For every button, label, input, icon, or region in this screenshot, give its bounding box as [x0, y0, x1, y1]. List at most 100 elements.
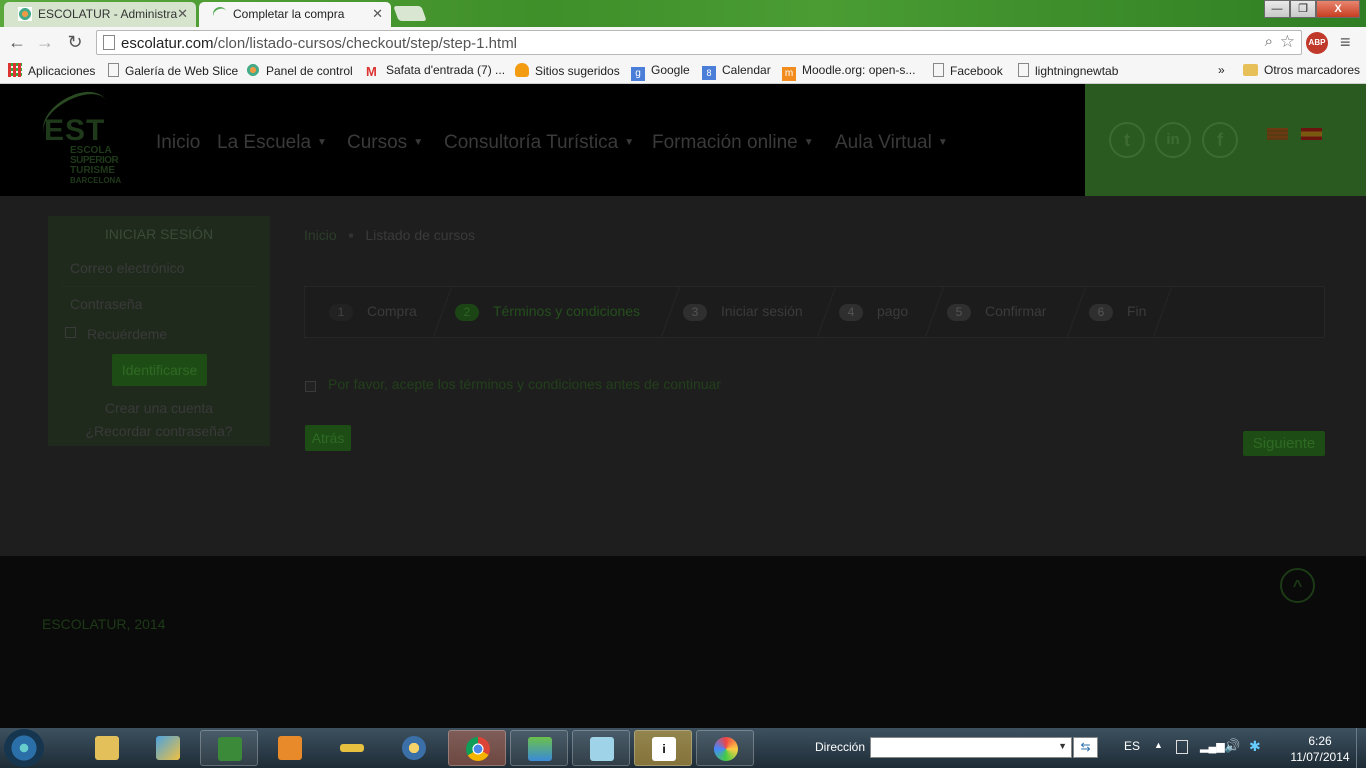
address-toolbar-label: Dirección [815, 740, 866, 754]
close-window-button[interactable]: X [1316, 0, 1360, 18]
taskbar-app-10[interactable]: i [634, 730, 692, 766]
password-field[interactable]: Contraseña [70, 296, 142, 312]
login-module: INICIAR SESIÓN Correo electrónico Contra… [48, 216, 270, 446]
login-button[interactable]: Identificarse [112, 354, 207, 386]
remember-checkbox[interactable] [65, 327, 76, 338]
facebook-icon[interactable]: f [1202, 122, 1238, 158]
terms-checkbox[interactable] [305, 381, 316, 392]
breadcrumb: Inicio ■ Listado de cursos [304, 227, 475, 243]
close-icon[interactable]: ✕ [177, 6, 188, 22]
create-account-link[interactable]: Crear una cuenta [48, 400, 270, 416]
bookmark-sitios[interactable]: Sitios sugeridos [515, 63, 620, 78]
taskbar-address-input[interactable]: ▼ [870, 737, 1072, 758]
gmail-icon: M [366, 64, 377, 79]
taskbar-chrome[interactable] [448, 730, 506, 766]
back-arrow-icon[interactable]: ← [6, 32, 28, 54]
caret-down-icon: ▼ [624, 137, 635, 148]
nav-cursos[interactable]: Cursos ▼ [347, 132, 423, 154]
messenger-icon [528, 737, 552, 761]
bookmark-lightning[interactable]: lightningnewtab [1018, 63, 1118, 78]
close-icon[interactable]: ✕ [372, 6, 383, 22]
taskbar-messenger[interactable] [510, 730, 568, 766]
menu-icon[interactable]: ≡ [1340, 32, 1351, 53]
bookmarks-overflow-button[interactable]: » [1218, 63, 1225, 77]
tab-escolatur-admin[interactable]: ESCOLATUR - Administra ✕ [4, 2, 196, 27]
forgot-password-link[interactable]: ¿Recordar contraseña? [48, 423, 270, 439]
clock-time[interactable]: 6:26 [1290, 734, 1350, 748]
spanish-flag-icon[interactable] [1301, 128, 1322, 140]
tab-completar-compra[interactable]: Completar la compra ✕ [199, 2, 391, 27]
new-tab-button[interactable] [393, 6, 427, 21]
login-title: INICIAR SESIÓN [104, 226, 214, 242]
step-divider [911, 287, 945, 337]
page-icon [103, 35, 115, 50]
taskbar-paint[interactable] [696, 730, 754, 766]
bookmark-moodle[interactable]: m Moodle.org: open-s... [782, 63, 915, 81]
reload-icon[interactable]: ↻ [64, 32, 86, 54]
zoom-icon[interactable]: ⌕ [1265, 33, 1273, 50]
google-icon: g [631, 67, 645, 81]
taskbar-app-9[interactable] [572, 730, 630, 766]
nav-formacion-online[interactable]: Formación online ▼ [652, 132, 814, 154]
taskbar-app-6[interactable] [385, 730, 443, 766]
nav-consultoria[interactable]: Consultoría Turística ▼ [444, 132, 634, 154]
window-controls: — ❐ X [1264, 0, 1360, 18]
tray-expand-icon[interactable]: ▲ [1154, 740, 1163, 750]
browser-tab-strip: ESCOLATUR - Administra ✕ Completar la co… [0, 0, 1366, 27]
email-field[interactable]: Correo electrónico [70, 260, 184, 276]
paint-icon [714, 737, 738, 761]
nav-aula-virtual[interactable]: Aula Virtual ▼ [835, 132, 948, 154]
notepad-icon [590, 737, 614, 761]
nav-la-escuela[interactable]: La Escuela ▼ [217, 132, 327, 154]
twitter-icon[interactable]: t [1109, 122, 1145, 158]
bluetooth-icon[interactable]: ✱ [1249, 738, 1261, 755]
taskbar-app-2[interactable] [139, 730, 197, 766]
maximize-button[interactable]: ❐ [1290, 0, 1316, 18]
media-player-icon [278, 736, 302, 760]
back-button[interactable]: Atrás [305, 425, 351, 451]
step-iniciar-sesion: 3 Iniciar sesión [683, 303, 803, 321]
next-button[interactable]: Siguiente [1243, 431, 1325, 456]
device-icon[interactable] [1176, 740, 1188, 754]
breadcrumb-home[interactable]: Inicio [304, 227, 337, 243]
bookmark-aplicaciones[interactable]: Aplicaciones [8, 63, 95, 78]
back-to-top-icon[interactable]: ^ [1280, 568, 1315, 603]
joomla-icon [246, 63, 260, 77]
bookmark-gmail[interactable]: M Safata d'entrada (7) ... [366, 63, 505, 79]
minimize-button[interactable]: — [1264, 0, 1290, 18]
bookmark-other[interactable]: Otros marcadores [1243, 63, 1360, 77]
star-icon[interactable]: ☆ [1280, 32, 1295, 52]
start-button[interactable] [4, 729, 44, 767]
taskbar-app-5[interactable] [323, 730, 381, 766]
taskbar-media[interactable] [261, 730, 319, 766]
bookmark-google[interactable]: g Google [631, 63, 690, 81]
bookmark-panel[interactable]: Panel de control [246, 63, 353, 78]
clock-date[interactable]: 11/07/2014 [1290, 750, 1350, 764]
language-indicator[interactable]: ES [1124, 739, 1140, 753]
forward-arrow-icon[interactable]: → [34, 32, 56, 54]
dropdown-arrow-icon[interactable]: ▼ [1058, 741, 1067, 751]
bookmark-web-slice[interactable]: Galería de Web Slice [108, 63, 238, 78]
taskbar-explorer[interactable] [78, 730, 136, 766]
page-icon [1018, 63, 1029, 77]
checkout-steps: 1 Compra 2 Términos y condiciones 3 Iniciar… [304, 286, 1325, 338]
show-desktop-button[interactable] [1356, 728, 1366, 768]
catalan-flag-icon[interactable] [1267, 128, 1288, 140]
bookmark-facebook[interactable]: Facebook [933, 63, 1003, 78]
go-arrow-icon[interactable]: ⇆ [1073, 737, 1098, 758]
step-pago: 4 pago [839, 303, 908, 321]
film-icon [402, 736, 426, 760]
site-header: EST ESCOLA SUPERIOR TURISME BARCELONA In… [0, 84, 1366, 196]
taskbar-app-3[interactable] [200, 730, 258, 766]
bookmark-calendar[interactable]: 8 Calendar [702, 63, 771, 80]
site-logo[interactable]: EST ESCOLA SUPERIOR TURISME BARCELONA [34, 84, 130, 188]
adblock-icon[interactable]: ABP [1306, 32, 1328, 54]
terms-label[interactable]: Por favor, acepte los términos y condici… [328, 376, 721, 392]
volume-icon[interactable]: 🔊 [1224, 738, 1240, 754]
address-bar[interactable]: escolatur.com/clon/listado-cursos/checko… [96, 30, 1302, 55]
app-icon [218, 737, 242, 761]
network-icon[interactable]: ▂▄▆ [1200, 740, 1225, 753]
linkedin-icon[interactable]: in [1155, 122, 1191, 158]
nav-inicio[interactable]: Inicio [156, 132, 200, 154]
step-fin: 6 Fin [1089, 303, 1146, 321]
